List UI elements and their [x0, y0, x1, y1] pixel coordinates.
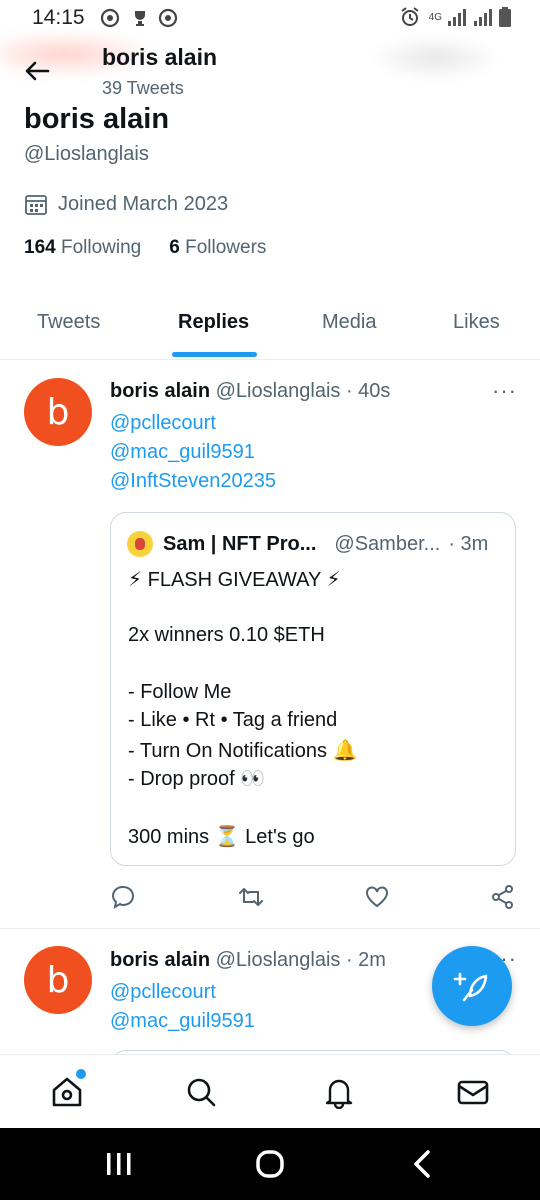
status-right: 4G	[399, 6, 512, 28]
tab-replies[interactable]: Replies	[178, 311, 249, 334]
mention-link[interactable]: @InftSteven20235	[110, 470, 276, 493]
home-circle-icon[interactable]	[254, 1148, 286, 1180]
followers-link[interactable]: 6 Followers	[169, 237, 266, 259]
tweet-handle-time: @Lioslanglais · 2m	[215, 949, 386, 971]
network-label: 4G	[428, 11, 442, 23]
bottom-navigation	[0, 1054, 540, 1128]
calendar-icon	[25, 195, 47, 215]
chrome-icon-2	[158, 8, 178, 28]
quote-line: 2x winners 0.10 $ETH	[128, 624, 325, 646]
header-name: boris alain	[102, 44, 218, 70]
like-heart-icon[interactable]	[364, 884, 390, 910]
notifications-bell-icon[interactable]	[322, 1075, 356, 1109]
mention-link[interactable]: @pcllecourt	[110, 981, 216, 1004]
mention-link[interactable]: @pcllecourt	[110, 412, 216, 435]
header-tweet-count: 39 Tweets	[102, 78, 184, 98]
signal-icon	[448, 9, 466, 26]
status-time: 14:15	[32, 6, 85, 29]
reply-icon[interactable]	[110, 884, 136, 910]
quote-line: - Like • Rt • Tag a friend	[128, 709, 338, 731]
tab-likes[interactable]: Likes	[453, 311, 500, 334]
quote-line: - Follow Me	[128, 681, 232, 703]
tweet-header: boris alain @Lioslanglais · 2m	[110, 949, 386, 972]
mention-link[interactable]: @mac_guil9591	[110, 441, 255, 464]
quote-line: - Drop proof 👀	[128, 768, 266, 790]
profile-handle: @Lioslanglais	[24, 143, 149, 165]
tab-tweets[interactable]: Tweets	[37, 311, 100, 334]
quote-line: - Turn On Notifications 🔔	[128, 740, 358, 762]
retweet-icon[interactable]	[238, 884, 264, 910]
compose-feather-icon	[453, 972, 488, 1002]
profile-tabs: Tweets Replies Media Likes	[0, 300, 540, 360]
quoted-tweet[interactable]: Sam | NFT Pro... @Samber... · 3m ⚡ FLASH…	[110, 512, 516, 866]
alarm-icon	[401, 7, 419, 26]
follow-stats: 164 Following 6 Followers	[24, 237, 266, 259]
home-notification-dot	[76, 1069, 86, 1079]
messages-mail-icon[interactable]	[456, 1075, 490, 1109]
quote-line: ⚡ FLASH GIVEAWAY ⚡	[128, 569, 341, 591]
quote-avatar	[127, 531, 153, 557]
tweet-header: boris alain @Lioslanglais · 40s	[110, 380, 390, 403]
profile-name: boris alain	[24, 103, 170, 135]
share-icon[interactable]	[490, 884, 516, 910]
chrome-icon	[100, 8, 120, 28]
search-icon[interactable]	[184, 1075, 218, 1109]
status-bar: 14:15 4G	[0, 0, 540, 36]
system-navigation-bar	[0, 1128, 540, 1200]
quote-author-name: Sam | NFT Pro...	[163, 532, 317, 555]
home-icon[interactable]	[50, 1075, 84, 1109]
header-blur-right	[370, 36, 500, 80]
avatar[interactable]: b	[24, 378, 92, 446]
system-back-icon[interactable]	[408, 1148, 436, 1180]
quote-line: 300 mins ⏳ Let's go	[128, 826, 315, 848]
signal-icon-2	[474, 9, 492, 26]
tab-active-indicator	[172, 352, 257, 357]
followers-label: Followers	[185, 237, 267, 258]
avatar[interactable]: b	[24, 946, 92, 1014]
joined-text: Joined March 2023	[58, 192, 229, 215]
tweet-handle-time: @Lioslanglais · 40s	[215, 380, 391, 402]
trophy-icon	[135, 11, 145, 26]
following-label: Following	[60, 237, 142, 258]
compose-tweet-button[interactable]	[432, 946, 512, 1026]
tab-media[interactable]: Media	[322, 311, 376, 334]
quote-handle: @Samber...	[334, 532, 441, 555]
tweet-author-name[interactable]: boris alain	[110, 380, 210, 402]
more-options-icon[interactable]: ···	[492, 378, 517, 404]
mention-link[interactable]: @mac_guil9591	[110, 1010, 255, 1033]
following-link[interactable]: 164 Following	[24, 237, 141, 259]
tweet-author-name[interactable]: boris alain	[110, 949, 210, 971]
recent-apps-icon[interactable]	[104, 1150, 134, 1178]
followers-count: 6	[169, 237, 180, 258]
back-arrow-icon[interactable]	[22, 56, 52, 86]
following-count: 164	[24, 237, 56, 258]
tweet-actions	[0, 884, 540, 914]
battery-icon	[499, 7, 511, 27]
quote-time: · 3m	[448, 532, 489, 555]
tweet-divider	[0, 928, 540, 929]
joined-date: Joined March 2023	[24, 192, 228, 216]
quote-header: Sam | NFT Pro... @Samber... · 3m	[127, 531, 488, 557]
